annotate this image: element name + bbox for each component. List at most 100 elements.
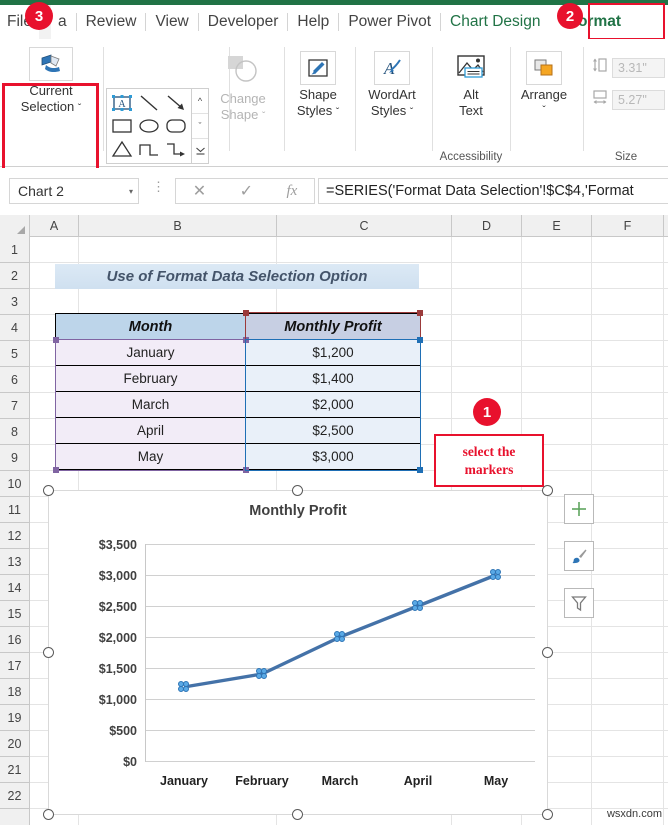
row-header-3[interactable]: 3 bbox=[0, 289, 29, 315]
range-handle[interactable] bbox=[53, 337, 59, 343]
change-shape-label-text: Shape bbox=[220, 107, 259, 122]
column-header-e[interactable]: E bbox=[522, 215, 592, 237]
shape-width-icon bbox=[592, 89, 608, 110]
chevron-down-icon[interactable]: ▾ bbox=[129, 187, 133, 196]
chart-resize-handle-e[interactable] bbox=[542, 647, 553, 658]
row-header-4[interactable]: 4 bbox=[0, 315, 29, 341]
shape-width-field[interactable]: 5.27" bbox=[612, 89, 665, 110]
row-header-11[interactable]: 11 bbox=[0, 497, 29, 523]
table-cell-profit: $1,400 bbox=[245, 366, 421, 392]
shape-rectangle-icon[interactable] bbox=[109, 115, 136, 138]
shape-rounded-rectangle-icon[interactable] bbox=[162, 115, 189, 138]
row-header-1[interactable]: 1 bbox=[0, 237, 29, 263]
data-marker-may[interactable] bbox=[490, 569, 501, 580]
row-header-2[interactable]: 2 bbox=[0, 263, 29, 289]
shape-elbow-connector-icon[interactable] bbox=[136, 137, 163, 160]
column-header-b[interactable]: B bbox=[79, 215, 277, 237]
data-marker-february[interactable] bbox=[256, 668, 267, 679]
current-selection-button[interactable]: Current Selection ˇ bbox=[20, 47, 82, 117]
change-shape-button[interactable]: Change Shape ˇ bbox=[208, 51, 278, 125]
select-all-corner[interactable] bbox=[0, 215, 30, 237]
tab-help[interactable]: Help bbox=[290, 5, 336, 39]
column-header-d[interactable]: D bbox=[452, 215, 522, 237]
chart-resize-handle-sw[interactable] bbox=[43, 809, 54, 820]
confirm-icon[interactable]: ✓ bbox=[240, 181, 253, 201]
shape-arrow-icon[interactable] bbox=[162, 92, 189, 115]
alt-text-button[interactable]: Alt Text bbox=[439, 51, 503, 119]
formula-input[interactable]: =SERIES('Format Data Selection'!$C$4,'Fo… bbox=[318, 178, 668, 204]
shapes-gallery-scroll[interactable]: ^ ˇ bbox=[191, 89, 208, 163]
range-handle[interactable] bbox=[417, 467, 423, 473]
range-handle[interactable] bbox=[417, 337, 423, 343]
column-header-a[interactable]: A bbox=[30, 215, 79, 237]
shapes-gallery[interactable]: A ^ ˇ bbox=[106, 88, 209, 164]
tab-developer[interactable]: Developer bbox=[201, 5, 286, 39]
range-handle[interactable] bbox=[417, 310, 423, 316]
row-header-22[interactable]: 22 bbox=[0, 783, 29, 809]
gallery-scroll-down-icon[interactable]: ˇ bbox=[192, 114, 208, 139]
shape-elbow-arrow-connector-icon[interactable] bbox=[162, 137, 189, 160]
grid-line-v bbox=[663, 237, 664, 825]
chart-resize-handle-s[interactable] bbox=[292, 809, 303, 820]
chart-resize-handle-w[interactable] bbox=[43, 647, 54, 658]
column-header-c[interactable]: C bbox=[277, 215, 452, 237]
row-header-18[interactable]: 18 bbox=[0, 679, 29, 705]
shape-line-icon[interactable] bbox=[136, 92, 163, 115]
name-box[interactable]: Chart 2 ▾ bbox=[9, 178, 139, 204]
shape-triangle-icon[interactable] bbox=[109, 137, 136, 160]
row-header-20[interactable]: 20 bbox=[0, 731, 29, 757]
row-header-5[interactable]: 5 bbox=[0, 341, 29, 367]
row-header-15[interactable]: 15 bbox=[0, 601, 29, 627]
column-header-f[interactable]: F bbox=[592, 215, 664, 237]
row-header-7[interactable]: 7 bbox=[0, 393, 29, 419]
arrange-button[interactable]: Arrange ˇ bbox=[512, 51, 576, 119]
shape-styles-label-line1: Shape bbox=[299, 87, 337, 102]
range-handle[interactable] bbox=[243, 310, 249, 316]
wordart-styles-button[interactable]: A WordArt Styles ˇ bbox=[357, 51, 427, 121]
shape-textbox-icon[interactable]: A bbox=[109, 92, 136, 115]
shape-styles-button[interactable]: Shape Styles ˇ bbox=[286, 51, 350, 121]
row-header-12[interactable]: 12 bbox=[0, 523, 29, 549]
tab-chart-design[interactable]: Chart Design bbox=[443, 5, 547, 39]
gallery-scroll-up-icon[interactable]: ^ bbox=[192, 89, 208, 114]
row-header-6[interactable]: 6 bbox=[0, 367, 29, 393]
data-marker-january[interactable] bbox=[178, 681, 189, 692]
tab-view[interactable]: View bbox=[148, 5, 195, 39]
chart-series-line[interactable] bbox=[49, 491, 549, 816]
range-handle[interactable] bbox=[243, 467, 249, 473]
insert-function-icon[interactable]: fx bbox=[286, 183, 297, 200]
row-header-8[interactable]: 8 bbox=[0, 419, 29, 445]
shape-styles-icon bbox=[300, 51, 336, 85]
annotation-badge-1: 1 bbox=[473, 398, 501, 426]
row-header-9[interactable]: 9 bbox=[0, 445, 29, 471]
tab-data[interactable]: a bbox=[51, 5, 74, 39]
tab-review[interactable]: Review bbox=[79, 5, 144, 39]
shape-oval-icon[interactable] bbox=[136, 115, 163, 138]
data-marker-april[interactable] bbox=[412, 600, 423, 611]
chart-resize-handle-n[interactable] bbox=[292, 485, 303, 496]
range-handle[interactable] bbox=[243, 337, 249, 343]
tab-power-pivot[interactable]: Power Pivot bbox=[341, 5, 438, 39]
cancel-icon[interactable]: ✕ bbox=[193, 181, 206, 201]
row-header-10[interactable]: 10 bbox=[0, 471, 29, 497]
row-header-13[interactable]: 13 bbox=[0, 549, 29, 575]
shape-height-field[interactable]: 3.31" bbox=[612, 57, 665, 78]
chart-elements-button[interactable] bbox=[564, 494, 594, 524]
plus-icon bbox=[572, 502, 586, 516]
row-header-14[interactable]: 14 bbox=[0, 575, 29, 601]
chart-styles-button[interactable] bbox=[564, 541, 594, 571]
row-header-17[interactable]: 17 bbox=[0, 653, 29, 679]
formula-bar-grip[interactable]: ⋮ bbox=[152, 180, 165, 193]
chevron-down-icon: ˇ bbox=[542, 105, 546, 116]
gallery-more-icon[interactable] bbox=[192, 139, 208, 163]
chart-resize-handle-ne[interactable] bbox=[542, 485, 553, 496]
chart-resize-handle-se[interactable] bbox=[542, 809, 553, 820]
range-handle[interactable] bbox=[53, 467, 59, 473]
row-header-21[interactable]: 21 bbox=[0, 757, 29, 783]
row-header-19[interactable]: 19 bbox=[0, 705, 29, 731]
data-marker-march[interactable] bbox=[334, 631, 345, 642]
chart-object[interactable]: Monthly Profit $3,500 $3,000 $2,500 $2,0… bbox=[48, 490, 548, 815]
row-header-16[interactable]: 16 bbox=[0, 627, 29, 653]
chart-resize-handle-nw[interactable] bbox=[43, 485, 54, 496]
chart-filters-button[interactable] bbox=[564, 588, 594, 618]
